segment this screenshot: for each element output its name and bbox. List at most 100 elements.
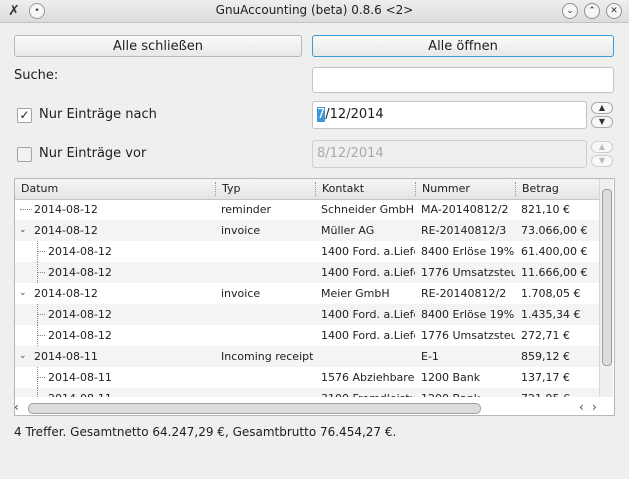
cell-betrag: 11.666,00 €: [521, 266, 588, 279]
minimize-icon[interactable]: ⌄: [562, 3, 578, 19]
close-icon[interactable]: ✕: [606, 3, 622, 19]
cell-typ: [221, 262, 315, 283]
cell-betrag: 137,17 €: [521, 371, 570, 384]
cell-kontakt: Müller AG: [321, 224, 375, 237]
before-checkbox[interactable]: [17, 147, 32, 162]
cell-datum: 2014-08-12: [48, 266, 112, 279]
cell-kontakt: Schneider GmbH: [321, 203, 415, 216]
cell-typ: reminder: [221, 203, 272, 216]
cell-nummer: 1200 Bank: [421, 388, 515, 397]
open-all-button[interactable]: Alle öffnen: [312, 35, 614, 57]
cell-betrag: 859,12 €: [521, 350, 570, 363]
cell-typ: [221, 367, 315, 388]
cell-betrag: 73.066,00 €: [521, 224, 588, 237]
vertical-scroll-thumb[interactable]: [602, 189, 612, 366]
cell-datum: 2014-08-11: [48, 388, 215, 397]
cell-typ: [221, 241, 315, 262]
table-row[interactable]: 2014-08-12 1400 Ford. a.Lieferungen 1776 U…: [15, 262, 601, 283]
before-spin-down-icon[interactable]: ▼: [591, 155, 613, 167]
tree-branch-line: [20, 209, 32, 210]
cell-datum: 2014-08-12: [48, 245, 112, 258]
tree-branch-line: [37, 272, 45, 273]
column-header-typ[interactable]: Typ: [215, 182, 315, 196]
cell-datum: 2014-08-12: [34, 203, 98, 216]
tree-guide-line: [37, 388, 39, 397]
table-row[interactable]: 2014-08-12 reminder Schneider GmbH MA-20140…: [15, 199, 601, 220]
cell-typ: [221, 304, 315, 325]
after-spin-down-icon[interactable]: ▼: [591, 116, 613, 128]
horizontal-scroll-thumb[interactable]: [28, 403, 481, 414]
table-row[interactable]: 2014-08-12 1400 Ford. a.Lieferungen 8400 E…: [15, 304, 601, 325]
table-row[interactable]: ⌄ 2014-08-12 invoice Müller AG RE-20140812/3…: [15, 220, 601, 241]
after-date-input[interactable]: 7/12/2014: [312, 101, 587, 129]
cell-kontakt: 3100 Fremdleistungen: [321, 388, 415, 397]
title-bar: ✗ • GnuAccounting (beta) 0.8.6 <2> ⌄ ⌃ ✕: [0, 0, 629, 23]
expand-arrow-icon[interactable]: ⌄: [19, 346, 29, 367]
table-row[interactable]: ⌄ 2014-08-11 Incoming receipt E-1 859,12 €: [15, 346, 601, 367]
cell-typ: Incoming receipt: [221, 350, 314, 363]
cell-typ: invoice: [221, 287, 261, 300]
cell-betrag: 1.435,34 €: [521, 308, 581, 321]
table-row[interactable]: 2014-08-11 1576 Abziehbare Vorsteuer 1200 …: [15, 367, 601, 388]
cell-datum: 2014-08-11: [48, 371, 112, 384]
column-header-datum[interactable]: Datum: [15, 182, 214, 196]
cell-nummer: E-1: [421, 350, 439, 363]
column-header-nummer[interactable]: Nummer: [415, 182, 515, 196]
cell-datum: 2014-08-12: [48, 308, 112, 321]
cell-nummer: MA-20140812/2: [421, 203, 509, 216]
scroll-right-icon[interactable]: ›: [592, 400, 597, 414]
expand-arrow-icon[interactable]: ⌄: [19, 220, 29, 241]
after-date-rest: /12/2014: [325, 107, 384, 122]
cell-nummer: 1776 Umsatzsteuer: [421, 266, 515, 279]
table-row[interactable]: ⌄ 2014-08-12 invoice Meier GmbH RE-20140812/…: [15, 283, 601, 304]
tree-branch-line: [37, 335, 45, 336]
cell-kontakt: [321, 346, 415, 367]
horizontal-scroll-track[interactable]: [28, 403, 573, 414]
cell-typ: invoice: [221, 224, 261, 237]
cell-nummer: 8400 Erlöse 19%: [421, 245, 515, 258]
vertical-scrollbar[interactable]: [599, 179, 613, 397]
column-header-kontakt[interactable]: Kontakt: [315, 182, 415, 196]
cell-kontakt: Meier GmbH: [321, 287, 390, 300]
tree-branch-line: [37, 377, 45, 378]
tree-branch-line: [37, 251, 45, 252]
cell-kontakt: 1400 Ford. a.Lieferungen: [321, 266, 415, 279]
cell-typ: [221, 388, 315, 397]
cell-nummer: 8400 Erlöse 19%: [421, 308, 515, 321]
cell-datum: 2014-08-12: [34, 287, 98, 300]
cell-betrag: 272,71 €: [521, 329, 570, 342]
table-row[interactable]: 2014-08-11 3100 Fremdleistungen 1200 Bank 7…: [15, 388, 601, 397]
after-checkbox[interactable]: ✓: [17, 108, 32, 123]
cell-datum: 2014-08-12: [34, 224, 98, 237]
before-label: Nur Einträge vor: [39, 146, 147, 161]
cell-betrag: 1.708,05 €: [521, 287, 581, 300]
cell-nummer: 1200 Bank: [421, 371, 481, 384]
cell-datum: 2014-08-12: [48, 329, 112, 342]
cell-typ: [221, 325, 315, 346]
cell-datum: 2014-08-11: [34, 350, 98, 363]
table-row[interactable]: 2014-08-12 1400 Ford. a.Lieferungen 8400 E…: [15, 241, 601, 262]
close-all-button[interactable]: Alle schließen: [14, 35, 302, 57]
horizontal-scrollbar[interactable]: ‹ ‹ ›: [14, 400, 601, 416]
status-text: 4 Treffer. Gesamtnetto 64.247,29 €, Gesa…: [14, 425, 397, 439]
column-header-betrag[interactable]: Betrag: [515, 182, 602, 196]
table-header: Datum Typ Kontakt Nummer Betrag: [15, 179, 601, 200]
cell-nummer: 1776 Umsatzsteuer: [421, 329, 515, 342]
maximize-icon[interactable]: ⌃: [584, 3, 600, 19]
cell-betrag: 721,95 €: [521, 388, 599, 397]
before-spin-up-icon[interactable]: ▲: [591, 141, 613, 153]
after-spin-up-icon[interactable]: ▲: [591, 102, 613, 114]
after-label: Nur Einträge nach: [39, 107, 157, 122]
table-row[interactable]: 2014-08-12 1400 Ford. a.Lieferungen 1776 U…: [15, 325, 601, 346]
scroll-left-end-icon[interactable]: ‹: [579, 400, 584, 414]
cell-nummer: RE-20140812/3: [421, 224, 507, 237]
tree-branch-line: [37, 314, 45, 315]
table-body: 2014-08-12 reminder Schneider GmbH MA-20140…: [15, 199, 601, 397]
search-input[interactable]: [312, 67, 614, 93]
expand-arrow-icon[interactable]: ⌄: [19, 283, 29, 304]
cell-kontakt: 1400 Ford. a.Lieferungen: [321, 308, 415, 321]
scroll-left-icon[interactable]: ‹: [14, 400, 19, 414]
before-date-input[interactable]: 8/12/2014: [312, 140, 587, 168]
entries-tree[interactable]: Datum Typ Kontakt Nummer Betrag 2014-08-…: [14, 178, 615, 416]
cell-betrag: 821,10 €: [521, 203, 570, 216]
